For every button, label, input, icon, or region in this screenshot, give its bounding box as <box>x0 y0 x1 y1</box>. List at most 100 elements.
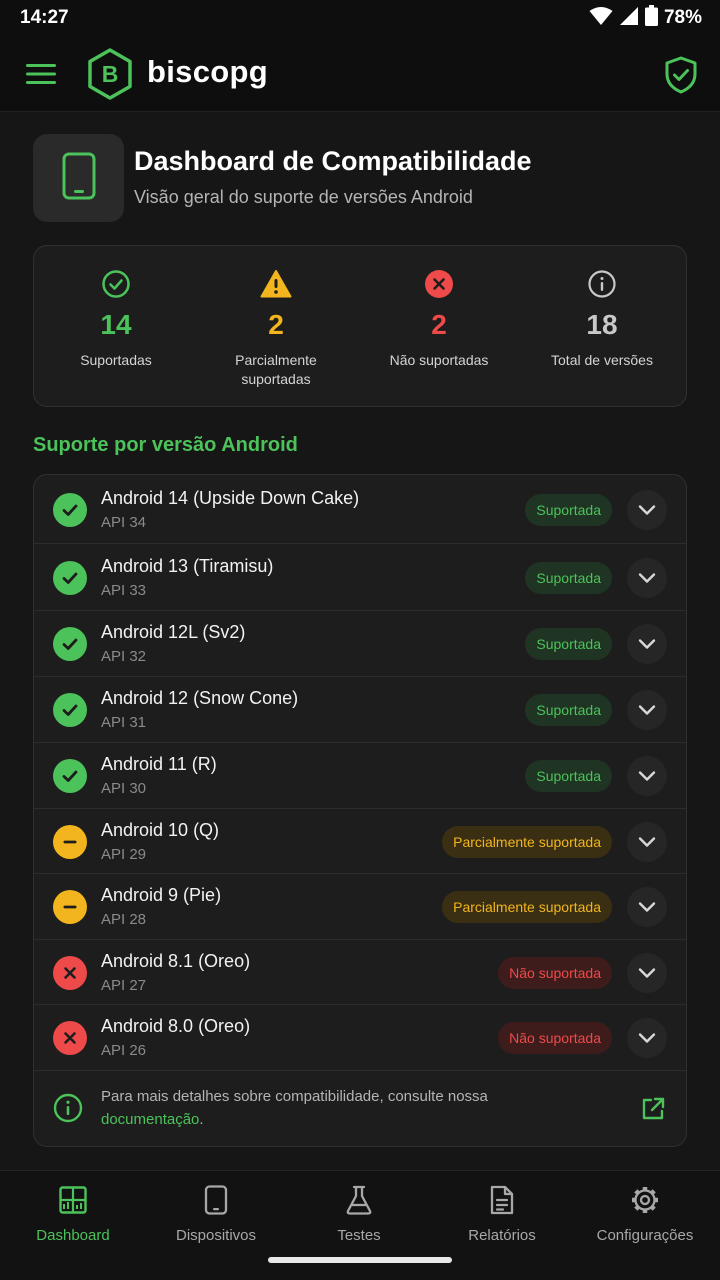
version-name: Android 8.1 (Oreo) <box>101 950 251 971</box>
version-api: API 34 <box>101 513 147 531</box>
nav-settings[interactable]: Configurações <box>573 1185 717 1244</box>
stat-partial: 2 Parcialmente suportadas <box>194 268 358 389</box>
chevron-down-icon[interactable] <box>627 756 667 796</box>
status-badge: Não suportada <box>498 956 612 989</box>
logo-icon: B <box>86 47 134 101</box>
status-badge: Parcialmente suportada <box>442 891 612 923</box>
gear-icon <box>573 1185 717 1215</box>
version-api: API 33 <box>101 581 147 599</box>
stat-unsupported: 2 Não suportadas <box>357 268 521 370</box>
chevron-down-icon[interactable] <box>627 821 667 862</box>
version-name: Android 12L (Sv2) <box>101 622 246 642</box>
stats-card: 14 Suportadas 2 Parcialmente suportadas … <box>33 245 687 407</box>
documentation-text-body: Para mais detalhes sobre compatibilidade… <box>101 1088 488 1105</box>
info-icon <box>53 1093 83 1128</box>
chevron-down-icon[interactable] <box>627 489 667 530</box>
info-icon <box>520 268 684 300</box>
version-name: Android 12 (Snow Cone) <box>101 688 299 708</box>
warning-icon <box>194 268 358 300</box>
nav-label: Dashboard <box>36 1227 110 1244</box>
status-badge: Suportada <box>525 493 612 526</box>
version-row[interactable]: Android 14 (Upside Down Cake) API 34 Supor… <box>34 475 686 544</box>
minus-circle-icon <box>53 824 87 859</box>
status-badge: Suportada <box>525 694 612 726</box>
stat-value: 18 <box>586 309 618 340</box>
stat-label: Total de versões <box>551 352 653 368</box>
version-api: API 28 <box>101 911 147 928</box>
menu-icon[interactable] <box>22 56 60 92</box>
chevron-down-icon[interactable] <box>627 624 667 664</box>
version-row[interactable]: Android 8.1 (Oreo) API 27 Não suportada <box>34 940 686 1005</box>
chevron-down-icon[interactable] <box>627 1018 667 1058</box>
external-link-icon[interactable] <box>640 1096 666 1127</box>
dashboard-icon <box>1 1185 145 1215</box>
nav-dashboard[interactable]: Dashboard <box>1 1185 145 1244</box>
version-row[interactable]: Android 11 (R) API 30 Suportada <box>34 743 686 809</box>
status-badge: Suportada <box>525 628 612 660</box>
device-icon <box>144 1185 288 1215</box>
brand-name: biscopg <box>147 54 268 89</box>
page-title: Dashboard de Compatibilidade <box>134 146 532 176</box>
version-row[interactable]: Android 13 (Tiramisu) API 33 Suportada <box>34 544 686 611</box>
nav-reports[interactable]: Relatórios <box>430 1185 574 1244</box>
version-api: API 26 <box>101 1042 147 1059</box>
wifi-icon <box>589 6 613 31</box>
version-name: Android 10 (Q) <box>101 819 220 840</box>
nav-label: Relatórios <box>468 1227 536 1244</box>
check-circle-icon <box>34 268 198 300</box>
x-circle-icon <box>357 268 521 300</box>
documentation-text-suffix: . <box>199 1111 204 1128</box>
x-circle-icon <box>53 1021 87 1055</box>
version-row[interactable]: Android 10 (Q) API 29 Parcialmente suporta… <box>34 809 686 874</box>
stat-total: 18 Total de versões <box>520 268 684 370</box>
versions-list: Android 14 (Upside Down Cake) API 34 Supor… <box>33 474 687 1147</box>
version-api: API 27 <box>101 976 147 994</box>
check-circle-icon <box>53 492 87 527</box>
chevron-down-icon[interactable] <box>627 887 667 927</box>
status-bar: 14:27 78% <box>0 0 720 36</box>
screen: 14:27 78% B biscopg Dashboard de Compati… <box>0 0 720 1280</box>
report-icon <box>430 1185 574 1215</box>
phone-icon <box>62 152 96 205</box>
header-device-icon-box <box>33 134 124 222</box>
version-name: Android 13 (Tiramisu) <box>101 555 274 576</box>
bottom-navigation: Dashboard Dispositivos Testes Relatórios <box>0 1170 720 1280</box>
chevron-down-icon[interactable] <box>627 952 667 993</box>
stat-label: Suportadas <box>80 352 152 368</box>
chevron-down-icon[interactable] <box>627 690 667 730</box>
nav-tests[interactable]: Testes <box>287 1185 431 1244</box>
page-subtitle: Visão geral do suporte de versões Androi… <box>134 187 473 207</box>
flask-icon <box>287 1185 431 1215</box>
chevron-down-icon[interactable] <box>627 557 667 598</box>
status-icons: 78% <box>589 5 702 31</box>
version-api: API 32 <box>101 648 147 665</box>
version-name: Android 9 (Pie) <box>101 885 222 905</box>
status-badge: Suportada <box>525 561 612 594</box>
home-indicator[interactable] <box>268 1257 452 1263</box>
version-row[interactable]: Android 8.0 (Oreo) API 26 Não suportada <box>34 1005 686 1071</box>
signal-icon <box>619 6 639 31</box>
app-bar: B biscopg <box>0 36 720 112</box>
nav-label: Testes <box>337 1227 381 1244</box>
x-circle-icon <box>53 955 87 990</box>
documentation-link[interactable]: documentação <box>101 1111 199 1128</box>
stat-value: 2 <box>431 309 447 340</box>
nav-devices[interactable]: Dispositivos <box>144 1185 288 1244</box>
version-api: API 30 <box>101 780 147 797</box>
stat-supported: 14 Suportadas <box>34 268 198 370</box>
stat-value: 14 <box>100 309 132 340</box>
version-row[interactable]: Android 9 (Pie) API 28 Parcialmente suport… <box>34 874 686 940</box>
version-row[interactable]: Android 12 (Snow Cone) API 31 Suportada <box>34 677 686 743</box>
shield-check-icon[interactable] <box>660 54 702 96</box>
nav-label: Dispositivos <box>175 1227 257 1244</box>
version-name: Android 11 (R) <box>101 754 217 774</box>
version-row[interactable]: Android 12L (Sv2) API 32 Suportada <box>34 611 686 677</box>
status-badge: Parcialmente suportada <box>442 825 612 858</box>
version-name: Android 8.0 (Oreo) <box>101 1016 251 1036</box>
battery-icon <box>644 5 658 31</box>
minus-circle-icon <box>53 890 87 924</box>
status-badge: Não suportada <box>498 1022 612 1054</box>
documentation-note: Para mais detalhes sobre compatibilidade… <box>34 1072 686 1146</box>
status-badge: Suportada <box>525 760 612 792</box>
section-title: Suporte por versão Android <box>33 434 298 456</box>
